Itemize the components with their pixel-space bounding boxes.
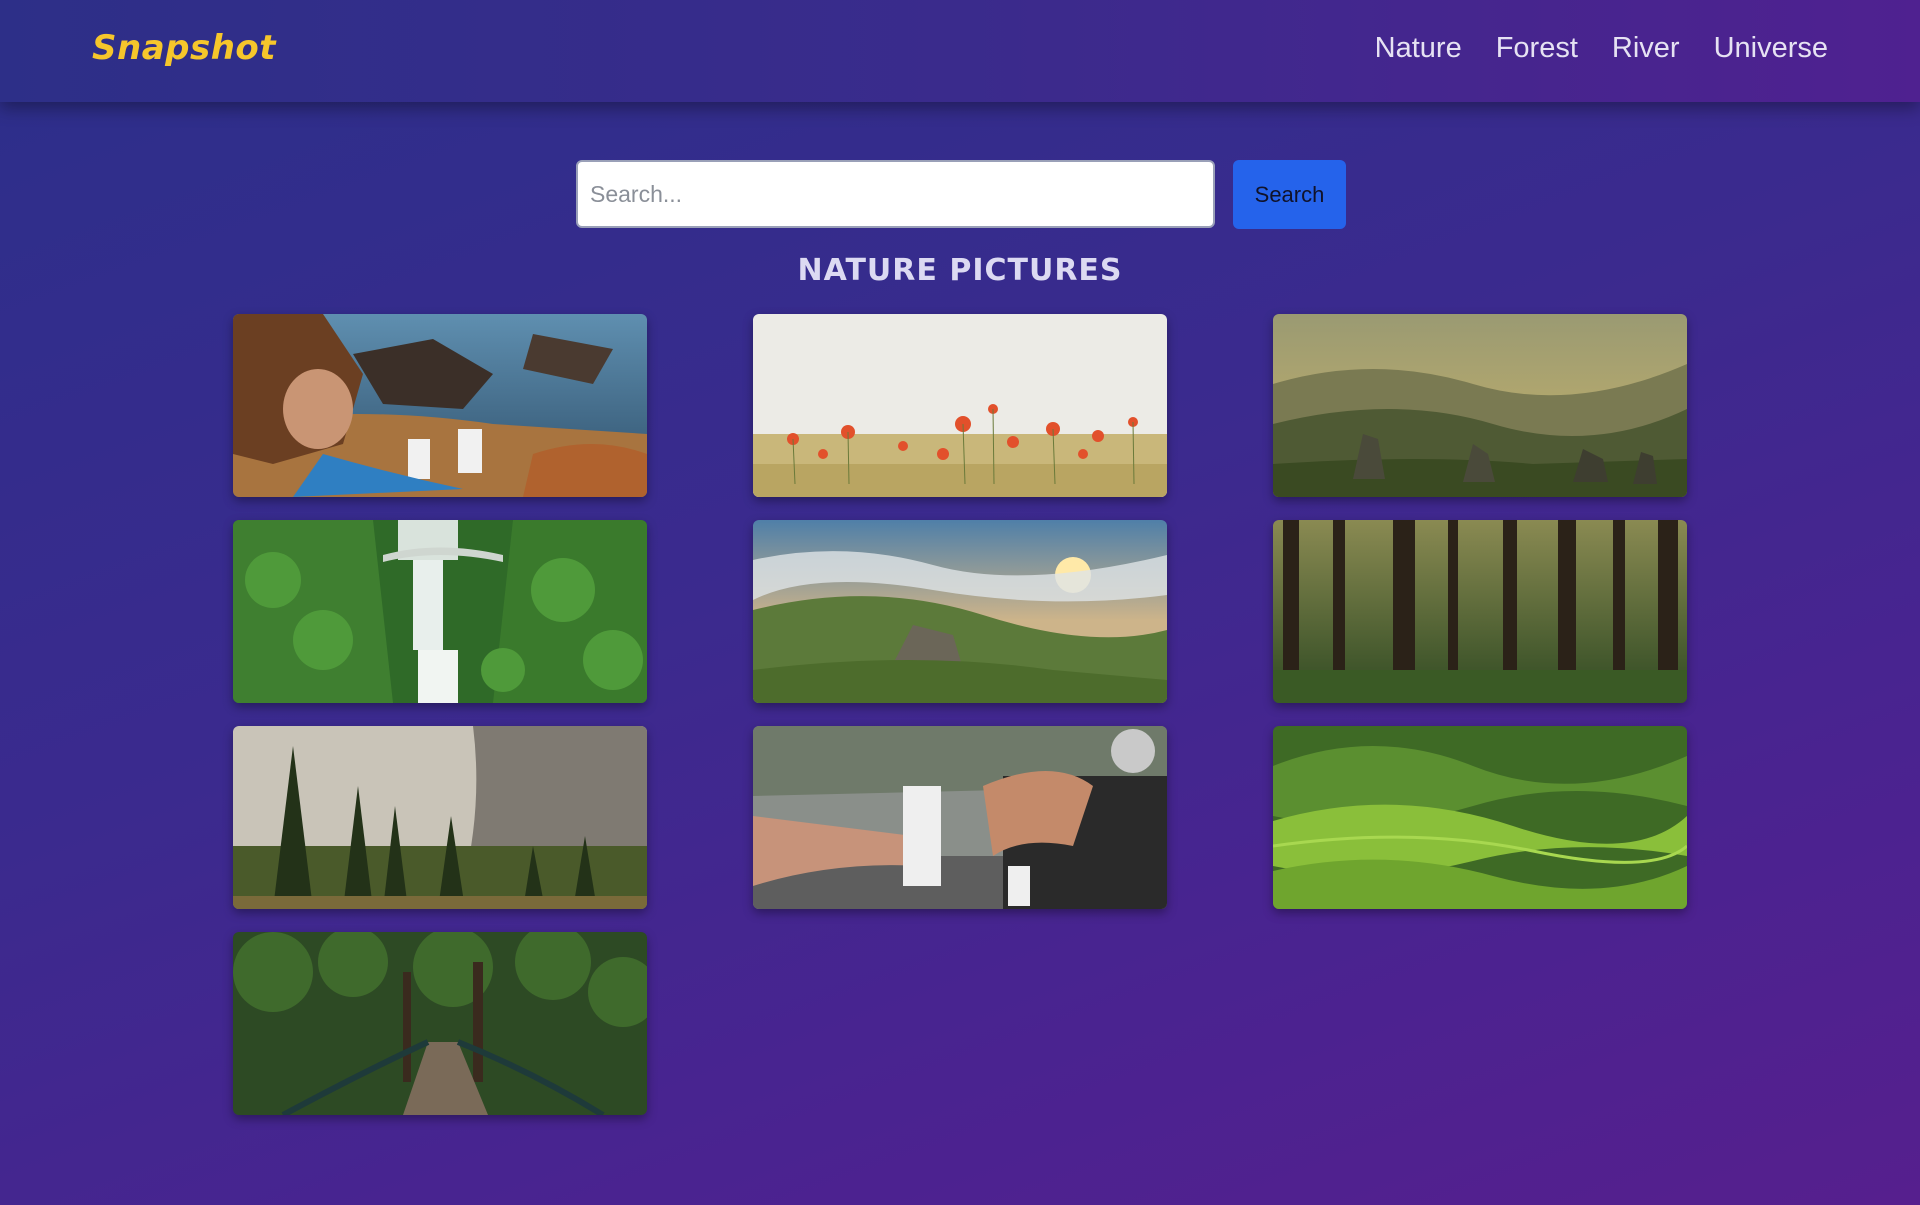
photo-people-cartons[interactable] (753, 726, 1167, 909)
nav-item-universe[interactable]: Universe (1714, 32, 1828, 65)
search-button[interactable]: Search (1233, 160, 1346, 229)
nav-item-forest[interactable]: Forest (1496, 32, 1578, 65)
photo-forest-bridge[interactable] (233, 932, 647, 1115)
photo-green-hills[interactable] (1273, 726, 1687, 909)
photo-poppy-field[interactable] (753, 314, 1167, 497)
nav-links: Nature Forest River Universe (1375, 32, 1828, 65)
top-navbar: Snapshot Nature Forest River Universe (0, 0, 1920, 102)
brand-logo[interactable]: Snapshot (92, 28, 276, 68)
nav-item-river[interactable]: River (1612, 32, 1680, 65)
search-input[interactable] (576, 160, 1215, 228)
photo-gallery (233, 314, 1687, 1115)
photo-mountain-valley[interactable] (1273, 314, 1687, 497)
photo-pine-cliff[interactable] (233, 726, 647, 909)
nav-item-nature[interactable]: Nature (1375, 32, 1462, 65)
search-form: Search (576, 160, 1346, 229)
photo-sunset-hills[interactable] (753, 520, 1167, 703)
photo-forest-trees[interactable] (1273, 520, 1687, 703)
photo-waterfall[interactable] (233, 520, 647, 703)
gallery-heading: NATURE PICTURES (797, 253, 1123, 288)
photo-coastal-cliff[interactable] (233, 314, 647, 497)
